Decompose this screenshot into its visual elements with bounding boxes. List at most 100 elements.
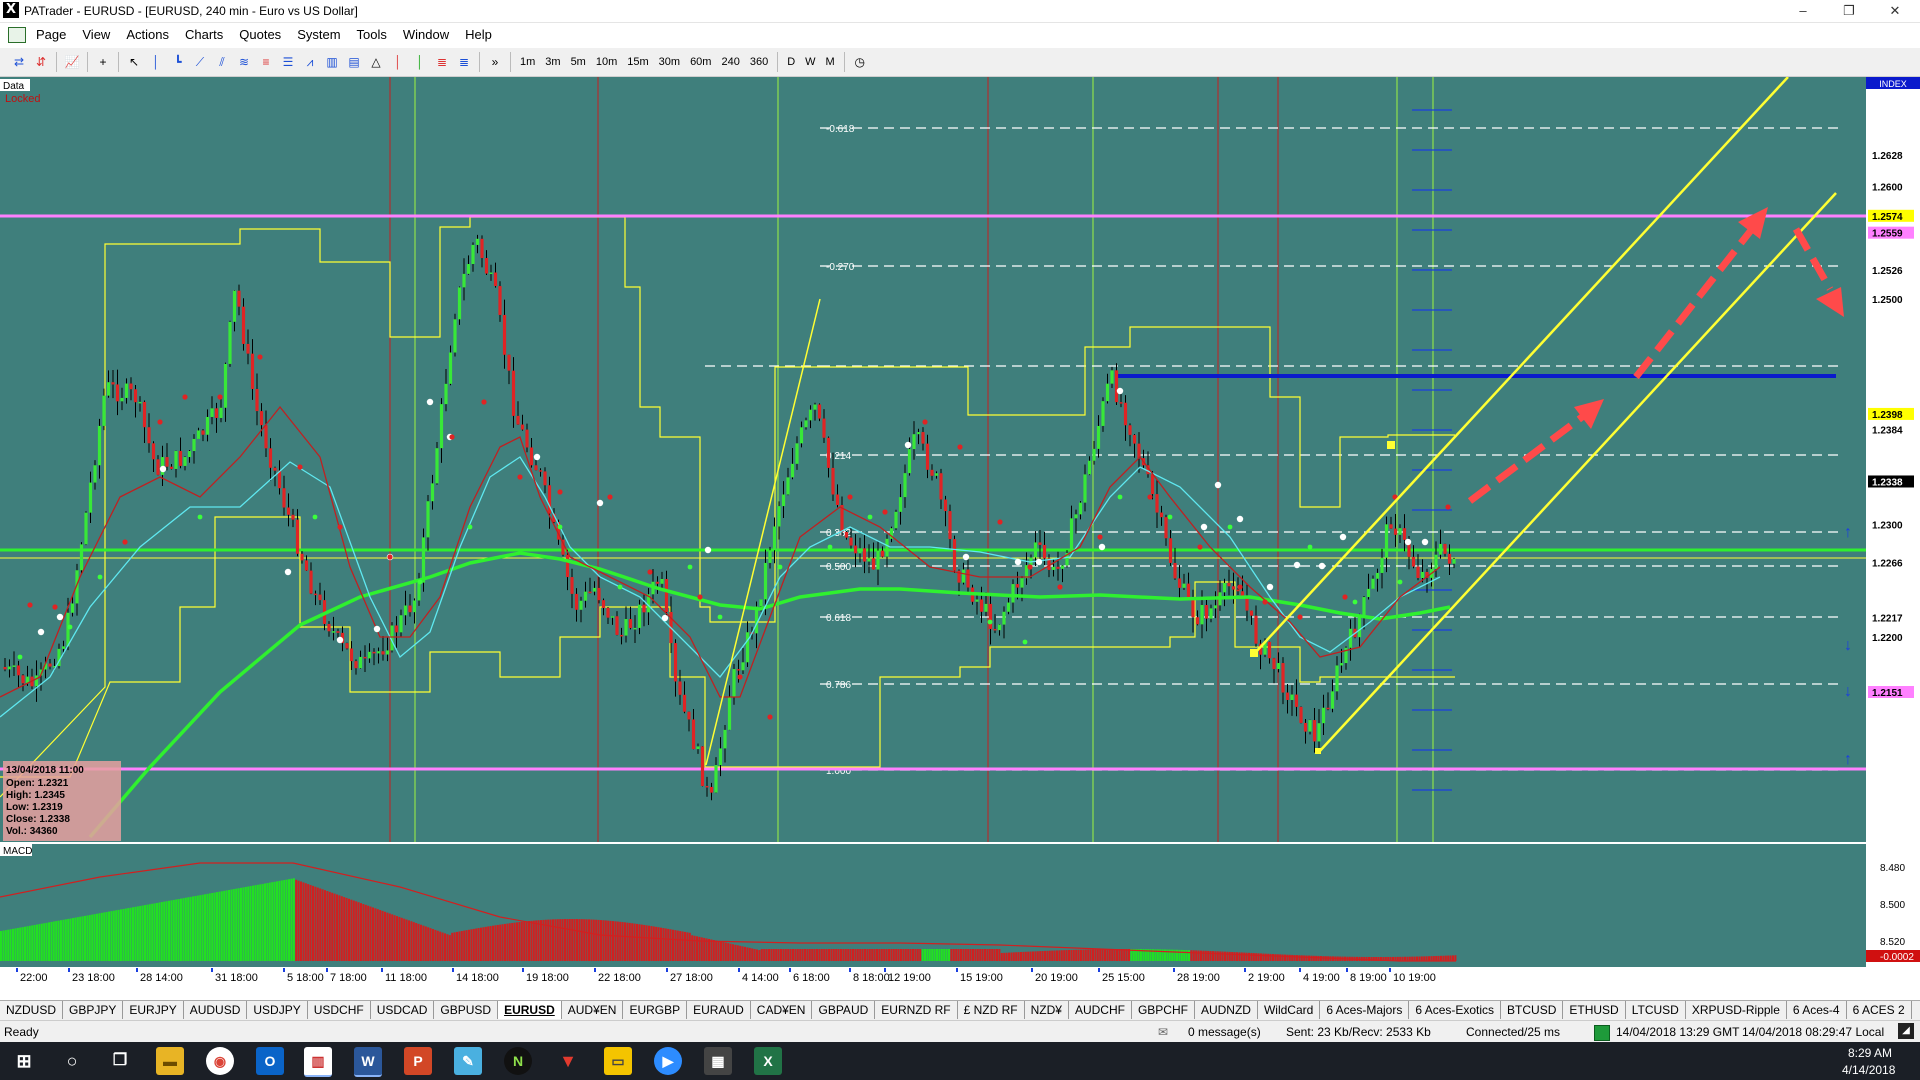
symbol-tab-audchf[interactable]: AUDCHF [1069,1001,1132,1019]
symbol-tab-eurgbp[interactable]: EURGBP [623,1001,688,1019]
symbol-tab-gbpaud[interactable]: GBPAUD [812,1001,876,1019]
outlook-icon[interactable]: O [256,1047,284,1075]
symbol-tab-6-aces-2[interactable]: 6 ACES 2 [1847,1001,1912,1019]
period-weekly[interactable]: W [802,53,818,71]
period-monthly[interactable]: M [823,53,838,71]
timeframe-3m[interactable]: 3m [542,53,563,71]
calculator-icon[interactable]: ▦ [704,1047,732,1075]
vertical-line-icon[interactable]: │ [147,53,165,71]
price-pane[interactable] [0,77,1866,842]
clock-icon[interactable]: ◷ [851,53,869,71]
symbol-tab-audusd[interactable]: AUDUSD [184,1001,248,1019]
more-tools-icon[interactable]: » [486,53,504,71]
taskbar-time[interactable]: 8:29 AM [1848,1046,1892,1060]
symbol-tab-gbpjpy[interactable]: GBPJPY [63,1001,124,1019]
menu-charts[interactable]: Charts [177,23,231,47]
notes-icon[interactable]: ✎ [454,1047,482,1075]
symbol-tab-usdcad[interactable]: USDCAD [371,1001,435,1019]
price-chart[interactable]: -0.618-0.2700.2140.3820.5000.6180.7861.0… [0,77,1920,987]
symbol-tab--nzd-rf[interactable]: £ NZD RF [958,1001,1025,1019]
close-button[interactable]: ✕ [1872,0,1918,22]
fib-fan-icon[interactable]: ☰ [279,53,297,71]
horizontal-line-icon[interactable]: ┗ [169,53,187,71]
app-icon[interactable]: X [3,2,19,18]
symbol-tab-btcusd[interactable]: BTCUSD [1501,1001,1564,1019]
maximize-button[interactable]: ❐ [1826,0,1872,22]
symbol-tab-wildcard[interactable]: WildCard [1258,1001,1321,1019]
timeframe-15m[interactable]: 15m [624,53,651,71]
symbol-tab-nzd-[interactable]: NZD¥ [1025,1001,1069,1019]
zoom-icon[interactable]: ▶ [654,1047,682,1075]
timeframe-60m[interactable]: 60m [687,53,714,71]
channel-icon[interactable]: ⫽ [213,53,231,71]
symbol-tab-usdchf[interactable]: USDCHF [308,1001,371,1019]
mail-icon[interactable]: ✉ [1158,1025,1168,1039]
chrome-icon[interactable]: ◉ [206,1047,234,1075]
chart-doc-icon[interactable] [8,27,26,43]
symbol-tab-xrpusd-ripple[interactable]: XRPUSD-Ripple [1686,1001,1787,1019]
green-line-icon[interactable]: │ [411,53,429,71]
menu-actions[interactable]: Actions [118,23,177,47]
symbol-tab-ltcusd[interactable]: LTCUSD [1626,1001,1686,1019]
timeframe-240[interactable]: 240 [718,53,742,71]
symbol-tab-usdjpy[interactable]: USDJPY [247,1001,308,1019]
powerpoint-icon[interactable]: P [404,1047,432,1075]
taskbar-date[interactable]: 4/14/2018 [1842,1063,1895,1077]
grid-icon[interactable]: ▥ [323,53,341,71]
menu-page[interactable]: Page [28,23,74,47]
status-messages[interactable]: 0 message(s) [1188,1025,1261,1039]
resize-grip-icon[interactable]: ◢ [1898,1023,1914,1039]
word-icon[interactable]: W [354,1047,382,1077]
trend-line-icon[interactable]: ⟋ [191,53,209,71]
symbol-tab-cad-en[interactable]: CAD¥EN [751,1001,813,1019]
task-view-icon[interactable]: ❐ [106,1047,134,1075]
excel-icon[interactable]: X [754,1047,782,1075]
symbol-tab-6-aces-majors[interactable]: 6 Aces-Majors [1320,1001,1410,1019]
cursor-icon[interactable]: ↖ [125,53,143,71]
symbol-tab-nzdusd[interactable]: NZDUSD [0,1001,63,1019]
symbol-tab-eurnzd-rf[interactable]: EURNZD RF [875,1001,958,1019]
trading-app-icon[interactable]: N [504,1047,532,1075]
sticky-notes-icon[interactable]: ▭ [604,1047,632,1075]
patrader-taskbar-icon[interactable]: ▥ [304,1047,332,1077]
menu-system[interactable]: System [289,23,348,47]
disconnect-icon[interactable]: ⇵ [32,53,50,71]
windows-start-icon[interactable]: ⊞ [10,1047,38,1075]
triangle-icon[interactable]: △ [367,53,385,71]
symbol-tab-6-aces-exotics[interactable]: 6 Aces-Exotics [1409,1001,1502,1019]
connect-icon[interactable]: ⇄ [10,53,28,71]
file-explorer-icon[interactable]: ▬ [156,1047,184,1075]
menu-quotes[interactable]: Quotes [231,23,289,47]
menu-help[interactable]: Help [457,23,500,47]
timeframe-5m[interactable]: 5m [568,53,589,71]
text-list-icon[interactable]: ≣ [433,53,451,71]
timeframe-1m[interactable]: 1m [517,53,538,71]
bird-app-icon[interactable]: ▼ [554,1047,582,1075]
symbol-tab-euraud[interactable]: EURAUD [687,1001,751,1019]
timeframe-30m[interactable]: 30m [656,53,683,71]
symbol-tab-6-aces-4[interactable]: 6 Aces-4 [1787,1001,1847,1019]
menu-tools[interactable]: Tools [349,23,395,47]
minimize-button[interactable]: – [1780,0,1826,22]
box-icon[interactable]: ▤ [345,53,363,71]
symbol-tab-aud-en[interactable]: AUD¥EN [562,1001,624,1019]
symbol-tab-ethusd[interactable]: ETHUSD [1563,1001,1626,1019]
fib-ext-icon[interactable]: ≡ [257,53,275,71]
symbol-tab-audnzd[interactable]: AUDNZD [1195,1001,1258,1019]
symbol-tab-eurusd[interactable]: EURUSD [498,1001,562,1019]
crosshair-icon[interactable]: + [94,53,112,71]
symbol-tab-gbpchf[interactable]: GBPCHF [1132,1001,1195,1019]
red-line-icon[interactable]: │ [389,53,407,71]
timeframe-10m[interactable]: 10m [593,53,620,71]
period-daily[interactable]: D [784,53,798,71]
chart-icon[interactable]: 📈 [63,53,81,71]
gann-icon[interactable]: ⩘ [301,53,319,71]
symbol-tab-eurjpy[interactable]: EURJPY [123,1001,184,1019]
text-list2-icon[interactable]: ≣ [455,53,473,71]
timeframe-360[interactable]: 360 [747,53,771,71]
menu-window[interactable]: Window [395,23,457,47]
search-icon[interactable]: ○ [58,1047,86,1075]
symbol-tab-gbpusd[interactable]: GBPUSD [434,1001,499,1019]
fibonacci-icon[interactable]: ≋ [235,53,253,71]
menu-view[interactable]: View [74,23,118,47]
